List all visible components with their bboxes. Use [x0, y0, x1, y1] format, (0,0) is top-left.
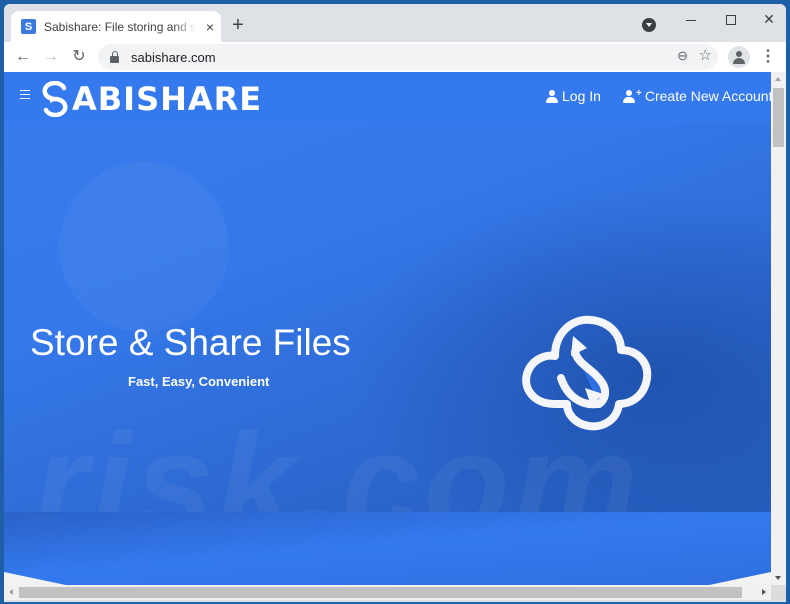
create-account-link[interactable]: + Create New Account — [623, 88, 771, 104]
bookmark-star-icon[interactable]: ☆ — [699, 46, 712, 64]
site-header: ABISHARE Log In + Create New Account — [4, 72, 771, 122]
sabishare-favicon-icon: S — [21, 19, 36, 34]
zoom-icon[interactable]: ⊖ — [677, 48, 688, 64]
user-plus-icon — [623, 89, 635, 103]
horizontal-scrollbar[interactable] — [4, 585, 771, 600]
create-account-label: Create New Account — [644, 88, 771, 104]
forward-button[interactable]: → — [40, 46, 62, 68]
login-label: Log In — [562, 88, 601, 104]
horizontal-scroll-thumb[interactable] — [19, 587, 742, 598]
scroll-left-arrow-icon[interactable] — [9, 589, 13, 595]
browser-menu-icon[interactable]: ⋮ — [760, 46, 776, 68]
reload-button[interactable]: ↻ — [68, 46, 90, 68]
profile-avatar[interactable] — [728, 46, 750, 68]
media-control-icon[interactable] — [642, 18, 656, 32]
hero-section: risk.com ABISHARE Log In + Create New Ac… — [4, 72, 771, 585]
lock-icon[interactable] — [110, 50, 119, 63]
scroll-down-arrow-icon[interactable] — [775, 576, 781, 580]
logo-text: ABISHARE — [72, 80, 263, 118]
scroll-up-arrow-icon[interactable] — [775, 77, 781, 81]
minimize-button[interactable] — [676, 8, 706, 30]
scrollbar-corner — [771, 585, 786, 600]
tab-close-icon[interactable]: × — [202, 19, 218, 35]
vertical-scroll-thumb[interactable] — [773, 88, 784, 147]
watermark-circle — [59, 162, 229, 332]
hero-subtitle: Fast, Easy, Convenient — [128, 374, 270, 389]
tab-title: Sabishare: File storing and sharing — [44, 19, 196, 34]
page-viewport: risk.com ABISHARE Log In + Create New Ac… — [4, 72, 771, 585]
url-text[interactable]: sabishare.com — [131, 50, 216, 65]
scroll-right-arrow-icon[interactable] — [762, 589, 766, 595]
hero-title: Store & Share Files — [30, 322, 351, 363]
minimize-icon — [686, 19, 696, 21]
vertical-scrollbar[interactable] — [771, 72, 786, 585]
cloud-sync-icon — [522, 315, 652, 431]
logo-s-icon — [42, 81, 68, 117]
avatar-body — [733, 58, 745, 64]
back-button[interactable]: ← — [12, 46, 34, 68]
plus-icon: + — [636, 88, 642, 99]
address-bar[interactable]: sabishare.com ⊖ ☆ — [98, 44, 718, 70]
close-window-button[interactable]: ✕ — [754, 8, 784, 30]
browser-toolbar: ← → ↻ sabishare.com ⊖ ☆ ⋮ — [4, 42, 786, 72]
browser-tab[interactable]: S Sabishare: File storing and sharing × — [11, 11, 221, 42]
hero-bottom-wave — [4, 512, 771, 585]
hamburger-menu-icon[interactable] — [20, 90, 30, 99]
browser-window: S Sabishare: File storing and sharing × … — [4, 4, 786, 602]
maximize-icon — [726, 15, 736, 26]
tab-strip: S Sabishare: File storing and sharing × … — [4, 4, 786, 42]
wave-left — [4, 572, 99, 585]
maximize-button[interactable] — [716, 8, 746, 30]
login-link[interactable]: Log In — [546, 88, 601, 104]
avatar-head — [736, 51, 742, 57]
sabishare-logo[interactable]: ABISHARE — [40, 80, 262, 118]
new-tab-button[interactable]: + — [228, 14, 248, 36]
wave-right — [676, 572, 771, 585]
user-icon — [546, 89, 558, 103]
